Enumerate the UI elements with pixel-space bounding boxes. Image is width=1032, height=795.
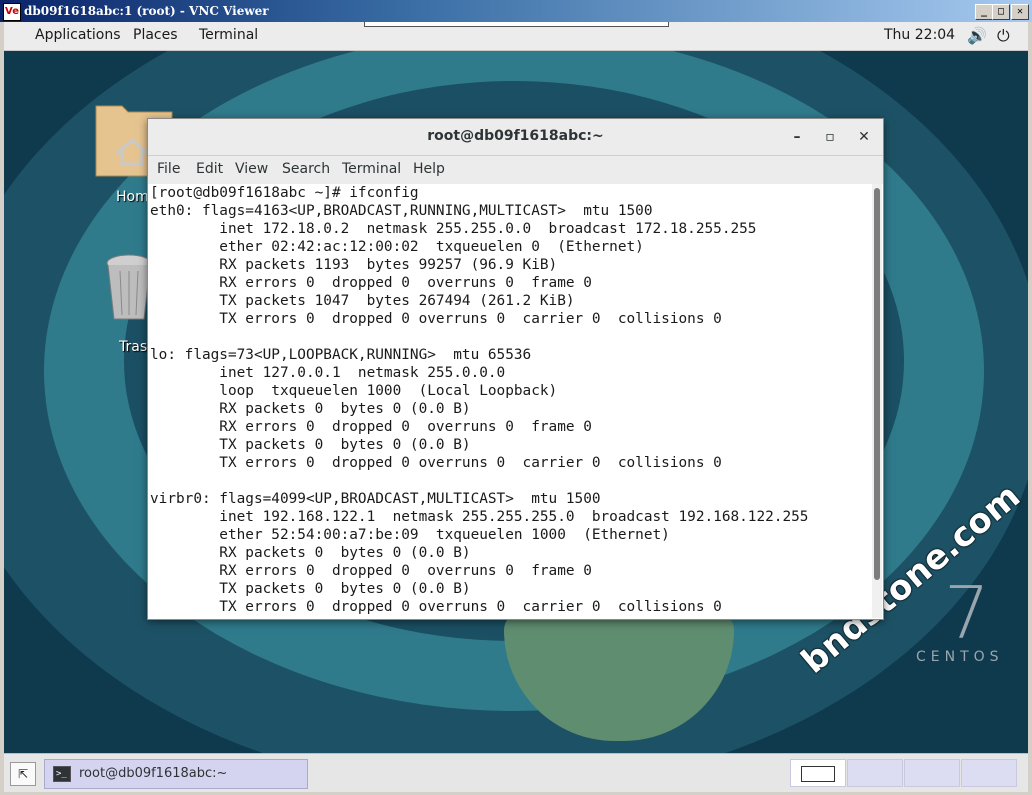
menu-help[interactable]: Help xyxy=(413,161,445,177)
task-label: root@db09f1618abc:~ xyxy=(79,766,228,781)
terminal-maximize-button[interactable]: ▫ xyxy=(820,127,840,147)
places-menu[interactable]: Places xyxy=(133,27,178,43)
vnc-app-icon: Ve xyxy=(3,3,21,21)
menu-file[interactable]: File xyxy=(157,161,180,177)
terminal-line: TX packets 0 bytes 0 (0.0 B) xyxy=(150,581,471,597)
terminal-scrollbar[interactable] xyxy=(872,184,882,618)
terminal-line: TX errors 0 dropped 0 overruns 0 carrier… xyxy=(150,455,722,471)
terminal-menubar: File Edit View Search Terminal Help xyxy=(148,156,883,184)
workspace-4[interactable] xyxy=(961,759,1017,787)
desktop-home-label: Hom xyxy=(116,189,149,205)
gnome-top-bar: Applications Places Terminal Thu 22:04 🔊… xyxy=(4,22,1028,51)
menu-view[interactable]: View xyxy=(235,161,268,177)
vnc-title-bar[interactable]: Ve db09f1618abc:1 (root) - VNC Viewer _ … xyxy=(0,0,1032,22)
terminal-line: virbr0: flags=4099<UP,BROADCAST,MULTICAS… xyxy=(150,491,601,507)
terminal-line: inet 127.0.0.1 netmask 255.0.0.0 xyxy=(150,365,506,381)
terminal-line: RX packets 0 bytes 0 (0.0 B) xyxy=(150,401,471,417)
terminal-line: TX errors 0 dropped 0 overruns 0 carrier… xyxy=(150,599,722,615)
workspace-3[interactable] xyxy=(904,759,960,787)
terminal-line: RX packets 1193 bytes 99257 (96.9 KiB) xyxy=(150,257,558,273)
terminal-line: inet 192.168.122.1 netmask 255.255.255.0… xyxy=(150,509,809,525)
terminal-line: TX packets 1047 bytes 267494 (261.2 KiB) xyxy=(150,293,575,309)
vnc-close-button[interactable]: ✕ xyxy=(1011,4,1029,20)
terminal-line: lo: flags=73<UP,LOOPBACK,RUNNING> mtu 65… xyxy=(150,347,532,363)
taskbar-terminal-task[interactable]: >_ root@db09f1618abc:~ xyxy=(44,759,308,789)
scrollbar-thumb[interactable] xyxy=(874,188,880,580)
terminal-icon: >_ xyxy=(53,766,71,782)
terminal-line: RX errors 0 dropped 0 overruns 0 frame 0 xyxy=(150,275,592,291)
terminal-title: root@db09f1618abc:~ xyxy=(427,128,604,144)
terminal-line: loop txqueuelen 1000 (Local Loopback) xyxy=(150,383,558,399)
centos-logo-number: 7 xyxy=(944,571,990,655)
terminal-line: RX errors 0 dropped 0 overruns 0 frame 0 xyxy=(150,563,592,579)
terminal-output[interactable]: [root@db09f1618abc ~]# ifconfig eth0: fla… xyxy=(148,184,871,618)
terminal-line: RX errors 0 dropped 0 overruns 0 frame 0 xyxy=(150,419,592,435)
terminal-window[interactable]: root@db09f1618abc:~ – ▫ ✕ File Edit View… xyxy=(147,118,884,620)
terminal-line: TX errors 0 dropped 0 overruns 0 carrier… xyxy=(150,311,722,327)
terminal-title-bar[interactable]: root@db09f1618abc:~ – ▫ ✕ xyxy=(148,119,883,156)
vnc-minimize-button[interactable]: _ xyxy=(975,4,993,20)
terminal-app-menu[interactable]: Terminal xyxy=(199,27,258,43)
menu-terminal[interactable]: Terminal xyxy=(342,161,401,177)
top-bar-notch xyxy=(364,22,669,27)
bottom-taskbar: ⇱ >_ root@db09f1618abc:~ xyxy=(4,753,1028,792)
menu-search[interactable]: Search xyxy=(282,161,330,177)
desktop-trash-label: Tras xyxy=(119,339,148,355)
power-icon[interactable]: ⏻ xyxy=(997,26,1010,46)
centos-logo-text: CENTOS xyxy=(916,649,1004,665)
terminal-line: RX packets 0 bytes 0 (0.0 B) xyxy=(150,545,471,561)
terminal-line: inet 172.18.0.2 netmask 255.255.0.0 broa… xyxy=(150,221,757,237)
clock[interactable]: Thu 22:04 xyxy=(884,27,955,43)
vnc-frame xyxy=(1028,22,1032,795)
workspace-window-preview xyxy=(801,766,835,782)
volume-icon[interactable]: 🔊 xyxy=(967,26,987,45)
show-desktop-button[interactable]: ⇱ xyxy=(10,762,36,786)
vnc-window-title: db09f1618abc:1 (root) - VNC Viewer xyxy=(24,4,269,18)
terminal-text: [root@db09f1618abc ~]# ifconfig eth0: fla… xyxy=(148,184,871,616)
workspace-1[interactable] xyxy=(790,759,846,787)
terminal-line: ether 02:42:ac:12:00:02 txqueuelen 0 (Et… xyxy=(150,239,644,255)
menu-edit[interactable]: Edit xyxy=(196,161,223,177)
terminal-line: eth0: flags=4163<UP,BROADCAST,RUNNING,MU… xyxy=(150,203,653,219)
terminal-line: TX packets 0 bytes 0 (0.0 B) xyxy=(150,437,471,453)
workspace-2[interactable] xyxy=(847,759,903,787)
terminal-line: ether 52:54:00:a7:be:09 txqueuelen 1000 … xyxy=(150,527,670,543)
terminal-minimize-button[interactable]: – xyxy=(787,127,807,147)
applications-menu[interactable]: Applications xyxy=(35,27,121,43)
vnc-maximize-button[interactable]: □ xyxy=(992,4,1010,20)
terminal-line: [root@db09f1618abc ~]# ifconfig xyxy=(150,185,419,201)
terminal-close-button[interactable]: ✕ xyxy=(854,127,874,147)
